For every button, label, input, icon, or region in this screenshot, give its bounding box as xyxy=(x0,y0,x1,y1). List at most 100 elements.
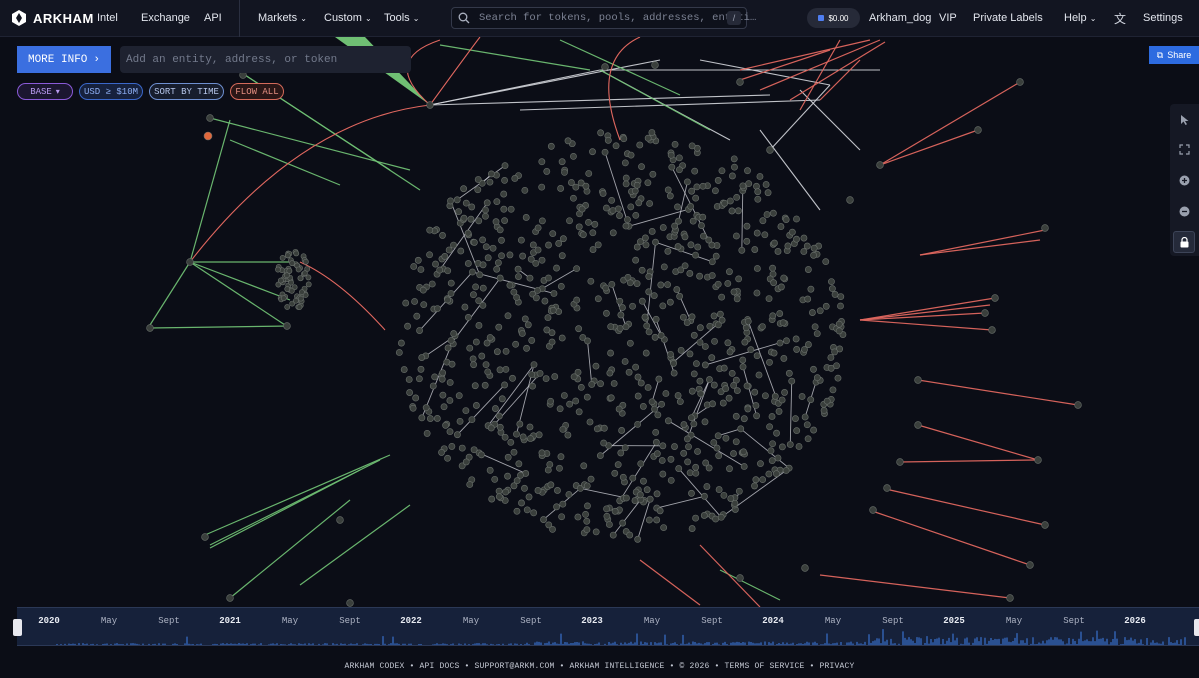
entity-node[interactable] xyxy=(629,474,637,482)
entity-node[interactable] xyxy=(607,349,614,357)
entity-node[interactable] xyxy=(444,267,452,275)
entity-node[interactable] xyxy=(456,417,464,425)
entity-node[interactable] xyxy=(622,222,630,230)
entity-node[interactable] xyxy=(434,305,441,313)
entity-node[interactable] xyxy=(600,424,608,432)
entity-node[interactable] xyxy=(769,209,777,217)
entity-node[interactable] xyxy=(788,228,796,236)
entity-node[interactable] xyxy=(548,329,556,337)
entity-node[interactable] xyxy=(766,146,774,154)
entity-node[interactable] xyxy=(649,170,657,178)
entity-node[interactable] xyxy=(709,400,716,408)
entity-node[interactable] xyxy=(657,332,665,339)
entity-node[interactable] xyxy=(692,514,699,522)
entity-node[interactable] xyxy=(726,465,733,473)
entity-node[interactable] xyxy=(617,311,625,319)
entity-node[interactable] xyxy=(792,335,800,343)
entity-node[interactable] xyxy=(726,268,733,276)
entity-node[interactable] xyxy=(710,381,718,389)
entity-node[interactable] xyxy=(413,312,421,320)
entity-node[interactable] xyxy=(731,163,738,171)
entity-node[interactable] xyxy=(680,421,688,428)
entity-node[interactable] xyxy=(753,289,761,297)
entity-node[interactable] xyxy=(755,371,763,379)
lock-icon[interactable] xyxy=(1173,231,1195,253)
entity-node[interactable] xyxy=(756,173,764,180)
entity-node[interactable] xyxy=(496,366,504,374)
entity-node[interactable] xyxy=(417,266,425,273)
entity-node[interactable] xyxy=(453,196,461,204)
entity-node[interactable] xyxy=(526,274,534,282)
sort-by-time-chip[interactable]: SORT BY TIME xyxy=(149,83,224,100)
entity-node[interactable] xyxy=(589,148,596,156)
entity-node[interactable] xyxy=(807,396,815,404)
entity-node[interactable] xyxy=(464,313,472,321)
entity-node[interactable] xyxy=(775,408,783,415)
entity-node[interactable] xyxy=(633,243,641,251)
entity-node[interactable] xyxy=(426,226,434,234)
entity-node[interactable] xyxy=(732,412,740,420)
entity-node[interactable] xyxy=(609,531,617,539)
entity-node[interactable] xyxy=(671,140,679,148)
entity-node[interactable] xyxy=(696,272,703,280)
entity-node[interactable] xyxy=(659,470,667,478)
entity-node[interactable] xyxy=(442,421,449,429)
entity-node[interactable] xyxy=(544,314,552,322)
entity-node[interactable] xyxy=(572,397,580,405)
entity-node[interactable] xyxy=(444,296,451,304)
entity-node[interactable] xyxy=(730,288,738,296)
entity-node[interactable] xyxy=(788,377,796,385)
entity-node[interactable] xyxy=(514,265,522,273)
entity-node[interactable] xyxy=(518,499,525,507)
fit-screen-icon[interactable] xyxy=(1176,141,1193,158)
entity-node[interactable] xyxy=(466,481,474,488)
base-chip[interactable]: BASE ▾ xyxy=(17,83,73,100)
entity-node[interactable] xyxy=(638,297,646,305)
entity-node[interactable] xyxy=(600,439,608,447)
entity-node[interactable] xyxy=(617,449,625,457)
entity-node[interactable] xyxy=(585,218,592,226)
entity-node[interactable] xyxy=(450,241,457,249)
timeline-scrubber[interactable]: 2020 May Sept 2021 May Sept 2022 May Sept 2023 May… xyxy=(13,607,1199,646)
entity-node[interactable] xyxy=(492,405,499,412)
entity-node[interactable] xyxy=(416,327,423,334)
entity-node[interactable] xyxy=(447,197,454,205)
entity-node[interactable] xyxy=(780,355,788,362)
nav-intel[interactable]: Intel xyxy=(97,12,118,24)
entity-node[interactable] xyxy=(639,403,647,410)
entity-node[interactable] xyxy=(486,178,494,186)
entity-node[interactable] xyxy=(475,297,483,305)
entity-node[interactable] xyxy=(634,373,642,381)
entity-node[interactable] xyxy=(637,379,645,387)
entity-node[interactable] xyxy=(683,319,691,326)
entity-node[interactable] xyxy=(795,443,803,450)
entity-node[interactable] xyxy=(280,295,287,302)
entity-node[interactable] xyxy=(713,444,721,452)
entity-node[interactable] xyxy=(556,464,563,472)
entity-node[interactable] xyxy=(483,199,491,207)
entity-node[interactable] xyxy=(651,405,658,413)
entity-node[interactable] xyxy=(486,334,494,341)
entity-node[interactable] xyxy=(777,223,785,230)
entity-node[interactable] xyxy=(297,295,304,302)
entity-node[interactable] xyxy=(712,252,720,260)
entity-node[interactable] xyxy=(652,238,659,246)
entity-node[interactable] xyxy=(538,256,546,264)
entity-node[interactable] xyxy=(583,482,591,490)
entity-node[interactable] xyxy=(701,418,709,426)
entity-node[interactable] xyxy=(619,519,626,527)
entity-node[interactable] xyxy=(714,321,722,329)
entity-node[interactable] xyxy=(346,599,354,607)
entity-node[interactable] xyxy=(622,323,630,331)
entity-node[interactable] xyxy=(564,431,572,439)
entity-node[interactable] xyxy=(482,361,490,369)
entity-node[interactable] xyxy=(498,395,506,403)
entity-node[interactable] xyxy=(599,190,607,197)
entity-node[interactable] xyxy=(835,327,843,335)
entity-node[interactable] xyxy=(546,461,554,468)
entity-node[interactable] xyxy=(475,217,483,225)
entity-node[interactable] xyxy=(305,274,312,281)
entity-node[interactable] xyxy=(632,363,640,371)
entity-node[interactable] xyxy=(405,376,413,383)
entity-node[interactable] xyxy=(288,279,294,286)
